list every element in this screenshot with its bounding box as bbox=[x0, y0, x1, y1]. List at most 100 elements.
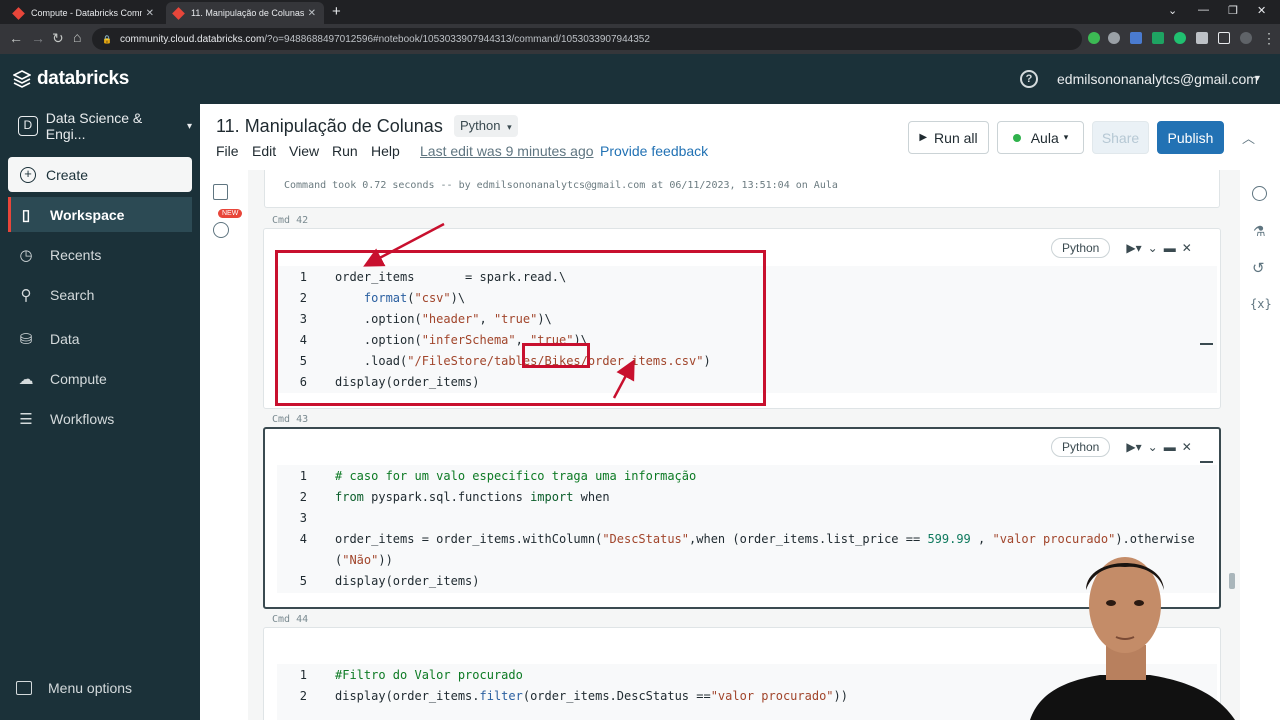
minimize-icon[interactable]: — bbox=[1198, 4, 1209, 16]
experiment-icon[interactable]: ⚗ bbox=[1253, 223, 1266, 240]
cmd-label: Cmd 43 bbox=[272, 414, 309, 425]
browser-tab-bar: Compute - Databricks Commun ✕ 11. Manipu… bbox=[0, 0, 1280, 24]
menu-help[interactable]: Help bbox=[371, 143, 400, 159]
sidepanel-icon[interactable] bbox=[1218, 32, 1230, 44]
table-of-contents-icon[interactable] bbox=[213, 184, 228, 200]
sidebar-item-label: Recents bbox=[50, 246, 102, 263]
profile-icon[interactable] bbox=[1240, 32, 1252, 44]
code-line: #Filtro do Valor procurado bbox=[335, 668, 523, 682]
sidebar-item-label: Workflows bbox=[50, 410, 115, 427]
cloud-icon: ☁ bbox=[18, 370, 34, 388]
annotation-box-highlight bbox=[522, 343, 590, 368]
cell-header: Python ▶▾ ⌄ ▬ ✕ bbox=[1051, 437, 1192, 457]
close-tab-icon[interactable]: ✕ bbox=[308, 8, 316, 19]
extension-icon[interactable] bbox=[1152, 32, 1164, 44]
language-label: Python bbox=[460, 118, 501, 133]
maximize-icon[interactable]: ❐ bbox=[1228, 4, 1238, 17]
menu-options-button[interactable]: Menu options bbox=[8, 670, 192, 705]
create-label: Create bbox=[46, 166, 89, 183]
caret-down-icon: ▾ bbox=[186, 120, 192, 132]
new-tab-icon[interactable]: + bbox=[332, 3, 341, 20]
extension-icon[interactable] bbox=[1108, 32, 1120, 44]
persona-switcher[interactable]: D Data Science & Engi... ▾ bbox=[8, 110, 192, 142]
run-cell-icon[interactable]: ▶▾ bbox=[1126, 241, 1141, 255]
create-button[interactable]: + Create bbox=[8, 157, 192, 192]
persona-icon: D bbox=[18, 116, 38, 136]
chevron-down-icon[interactable]: ⌄ bbox=[1148, 241, 1158, 255]
language-selector[interactable]: Python ▾ bbox=[454, 115, 518, 137]
forward-icon[interactable]: → bbox=[31, 30, 45, 46]
line-number: 2 bbox=[299, 689, 307, 703]
sidebar-item-data[interactable]: ⛁ Data bbox=[8, 321, 192, 356]
sidebar: D Data Science & Engi... ▾ + Create ▯ Wo… bbox=[0, 104, 200, 720]
menu-view[interactable]: View bbox=[289, 143, 319, 159]
lock-icon: 🔒 bbox=[102, 34, 112, 44]
variables-icon[interactable]: {x} bbox=[1250, 297, 1272, 311]
sidebar-item-search[interactable]: ⚲ Search bbox=[8, 277, 192, 312]
chevron-up-icon[interactable]: ︿ bbox=[1242, 128, 1255, 147]
database-icon: ⛁ bbox=[19, 330, 33, 348]
sidebar-item-workflows[interactable]: ☰ Workflows bbox=[8, 401, 192, 436]
puzzle-icon[interactable] bbox=[1196, 32, 1208, 44]
browser-tab-notebook[interactable]: 11. Manipulação de Colunas - D ✕ bbox=[166, 2, 324, 24]
publish-button[interactable]: Publish bbox=[1157, 121, 1224, 154]
sidebar-item-label: Compute bbox=[50, 370, 107, 387]
revision-history-icon[interactable]: ↺ bbox=[1252, 259, 1265, 277]
reload-icon[interactable]: ↻ bbox=[52, 30, 64, 47]
sidebar-item-workspace[interactable]: ▯ Workspace bbox=[8, 197, 192, 232]
play-icon: ▶ bbox=[919, 132, 928, 143]
sidebar-item-label: Search bbox=[50, 286, 95, 303]
cell-language[interactable]: Python bbox=[1051, 437, 1111, 457]
notebook-title[interactable]: 11. Manipulação de Colunas bbox=[216, 116, 443, 137]
close-window-icon[interactable]: ✕ bbox=[1257, 4, 1266, 17]
tab-title: Compute - Databricks Commun bbox=[31, 8, 142, 18]
cell-header: Python ▶▾ ⌄ ▬ ✕ bbox=[1051, 238, 1192, 258]
sidebar-item-label: Data bbox=[50, 330, 80, 347]
provide-feedback-link[interactable]: Provide feedback bbox=[600, 143, 708, 159]
minimize-icon[interactable]: ▬ bbox=[1164, 440, 1176, 454]
cell-language[interactable]: Python bbox=[1051, 238, 1111, 258]
browser-menu-icon[interactable]: ⋮ bbox=[1262, 30, 1276, 47]
home-icon[interactable]: ⌂ bbox=[73, 29, 81, 45]
cmd-label: Cmd 42 bbox=[272, 215, 309, 226]
comments-icon[interactable] bbox=[1252, 186, 1267, 201]
menu-edit[interactable]: Edit bbox=[252, 143, 276, 159]
chevron-down-icon: ▾ bbox=[507, 122, 512, 132]
databricks-favicon-icon bbox=[172, 6, 185, 20]
url-path: /?o=9488688497012596#notebook/1053033907… bbox=[264, 33, 650, 45]
logo-text[interactable]: databricks bbox=[37, 68, 129, 90]
close-icon[interactable]: ✕ bbox=[1182, 241, 1192, 255]
chevron-down-icon[interactable]: ⌄ bbox=[1148, 440, 1158, 454]
scroll-marker bbox=[1200, 343, 1213, 345]
clock-icon: ◷ bbox=[19, 246, 33, 264]
workflows-icon: ☰ bbox=[19, 410, 33, 428]
extension-icon[interactable] bbox=[1088, 32, 1100, 44]
tab-search-icon[interactable]: ⌄ bbox=[1168, 4, 1177, 17]
sidebar-item-recents[interactable]: ◷ Recents bbox=[8, 237, 192, 272]
minimize-icon[interactable]: ▬ bbox=[1164, 241, 1176, 255]
extension-icon[interactable] bbox=[1174, 32, 1186, 44]
workspace-icon: ▯ bbox=[21, 206, 31, 224]
close-tab-icon[interactable]: ✕ bbox=[146, 8, 154, 19]
databricks-logo-icon bbox=[13, 70, 31, 88]
menu-run[interactable]: Run bbox=[332, 143, 358, 159]
sidebar-item-compute[interactable]: ☁ Compute bbox=[8, 361, 192, 396]
back-icon[interactable]: ← bbox=[9, 30, 23, 46]
assistant-icon[interactable] bbox=[213, 222, 229, 238]
code-line: display(order_items.filter(order_items.D… bbox=[335, 689, 848, 703]
menu-file[interactable]: File bbox=[216, 143, 239, 159]
browser-tab-compute[interactable]: Compute - Databricks Commun ✕ bbox=[6, 2, 162, 24]
run-all-button[interactable]: ▶ Run all bbox=[908, 121, 989, 154]
presenter-webcam bbox=[1030, 557, 1235, 720]
close-icon[interactable]: ✕ bbox=[1182, 440, 1192, 454]
url-field[interactable]: 🔒 community.cloud.databricks.com/?o=9488… bbox=[92, 28, 1082, 50]
chevron-down-icon[interactable]: ▾ bbox=[1255, 73, 1260, 84]
last-edit-link[interactable]: Last edit was 9 minutes ago bbox=[420, 143, 594, 159]
user-menu[interactable]: edmilsononanalytcs@gmail.com bbox=[1057, 71, 1258, 87]
share-button[interactable]: Share bbox=[1092, 121, 1149, 154]
extension-icon[interactable] bbox=[1130, 32, 1142, 44]
run-all-label: Run all bbox=[934, 129, 978, 146]
help-icon[interactable]: ? bbox=[1020, 70, 1038, 88]
run-cell-icon[interactable]: ▶▾ bbox=[1126, 440, 1141, 454]
cluster-selector[interactable]: Aula ▾ bbox=[997, 121, 1084, 154]
